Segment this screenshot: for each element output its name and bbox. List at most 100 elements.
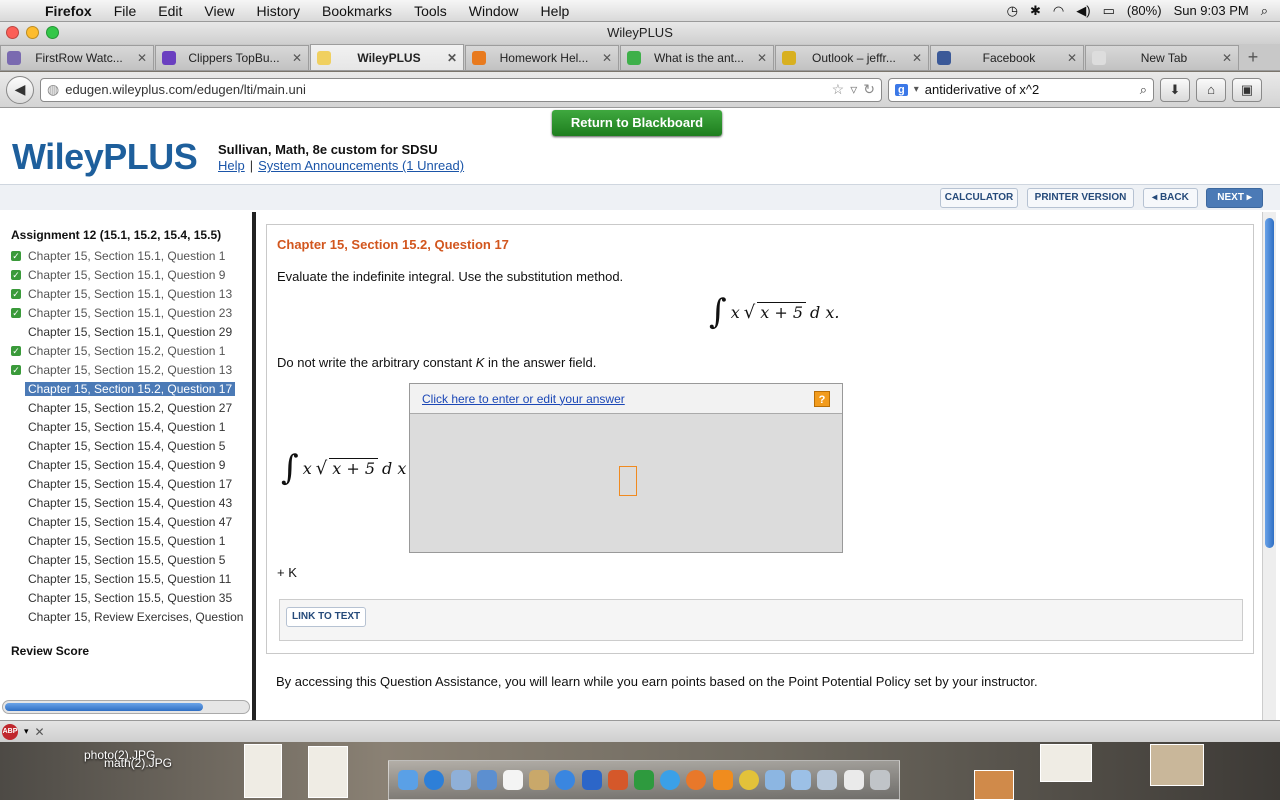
app-store-icon[interactable]: [424, 770, 445, 790]
address-book-icon[interactable]: [529, 770, 550, 790]
question-link[interactable]: Chapter 15, Section 15.4, Question 9: [28, 458, 225, 472]
clock[interactable]: Sun 9:03 PM: [1174, 3, 1249, 18]
menu-tools[interactable]: Tools: [403, 3, 458, 19]
preview-icon[interactable]: [450, 770, 471, 790]
home-icon[interactable]: ⌂: [1196, 77, 1226, 102]
excel-icon[interactable]: [633, 770, 654, 790]
question-link[interactable]: Chapter 15, Section 15.4, Question 17: [28, 477, 232, 491]
volume-icon[interactable]: ◀): [1076, 3, 1090, 19]
search-icon[interactable]: ⌕: [1140, 82, 1147, 98]
desktop-file-thumbnail[interactable]: [1150, 744, 1204, 786]
dropdown-icon[interactable]: ▾: [24, 726, 29, 737]
itunes-icon[interactable]: [555, 770, 576, 790]
back-arrow-icon[interactable]: ◀: [6, 75, 34, 104]
question-link[interactable]: Chapter 15, Section 15.5, Question 5: [28, 553, 225, 567]
zoom-window-icon[interactable]: [46, 26, 59, 39]
help-icon[interactable]: ?: [814, 390, 830, 407]
browser-tab[interactable]: Clippers TopBu... ✕: [155, 45, 309, 70]
close-tab-icon[interactable]: ✕: [1067, 51, 1077, 65]
menu-bookmarks[interactable]: Bookmarks: [311, 3, 403, 19]
desktop-file-thumbnail[interactable]: [974, 770, 1014, 800]
question-link[interactable]: Chapter 15, Review Exercises, Question: [28, 610, 243, 624]
question-link[interactable]: Chapter 15, Section 15.4, Question 5: [28, 439, 225, 453]
question-list-item[interactable]: Chapter 15, Section 15.4, Question 9: [11, 455, 251, 474]
url-bar[interactable]: ◍ edugen.wileyplus.com/edugen/lti/main.u…: [40, 77, 882, 102]
menu-help[interactable]: Help: [530, 3, 581, 19]
question-link[interactable]: Chapter 15, Section 15.1, Question 29: [28, 325, 232, 339]
google-icon[interactable]: g: [895, 83, 908, 96]
powerpoint-icon[interactable]: [607, 770, 628, 790]
finder-icon[interactable]: [398, 770, 419, 790]
adblock-icon[interactable]: ABP: [2, 723, 18, 740]
browser-tab[interactable]: New Tab ✕: [1085, 45, 1239, 70]
battery-icon[interactable]: ▭: [1103, 3, 1115, 19]
question-list-item[interactable]: Chapter 15, Section 15.5, Question 35: [11, 588, 251, 607]
vlc-icon[interactable]: [712, 770, 733, 790]
calculator-button[interactable]: CALCULATOR: [940, 188, 1018, 208]
question-link[interactable]: Chapter 15, Section 15.2, Question 1: [28, 344, 225, 358]
search-input[interactable]: antiderivative of x^2: [925, 82, 1134, 97]
close-tab-icon[interactable]: ✕: [137, 51, 147, 65]
minimize-window-icon[interactable]: [26, 26, 39, 39]
browser-tab[interactable]: Facebook ✕: [930, 45, 1084, 70]
question-list-item[interactable]: Chapter 15, Section 15.2, Question 27: [11, 398, 251, 417]
question-link[interactable]: Chapter 15, Section 15.4, Question 1: [28, 420, 225, 434]
question-list-item[interactable]: Chapter 15, Section 15.4, Question 17: [11, 474, 251, 493]
reload-icon[interactable]: ↻: [863, 81, 875, 98]
question-list-item[interactable]: Chapter 15, Section 15.1, Question 29: [11, 322, 251, 341]
close-tab-icon[interactable]: ✕: [1222, 51, 1232, 65]
close-window-icon[interactable]: [6, 26, 19, 39]
back-button[interactable]: ◂ BACK: [1143, 188, 1198, 208]
close-tab-icon[interactable]: ✕: [292, 51, 302, 65]
chrome-icon[interactable]: [738, 770, 759, 790]
question-list-item[interactable]: Chapter 15, Review Exercises, Question: [11, 607, 251, 626]
folder-icon[interactable]: [791, 770, 812, 790]
question-list-item[interactable]: Chapter 15, Section 15.2, Question 17: [11, 379, 251, 398]
question-link[interactable]: Chapter 15, Section 15.1, Question 1: [28, 249, 225, 263]
question-link[interactable]: Chapter 15, Section 15.4, Question 47: [28, 515, 232, 529]
question-list-item[interactable]: ✓ Chapter 15, Section 15.1, Question 1: [11, 246, 251, 265]
question-link[interactable]: Chapter 15, Section 15.1, Question 23: [28, 306, 232, 320]
downloads-stack-icon[interactable]: [817, 770, 838, 790]
question-list-item[interactable]: Chapter 15, Section 15.5, Question 11: [11, 569, 251, 588]
downloads-icon[interactable]: ⬇: [1160, 77, 1190, 102]
question-list-item[interactable]: Chapter 15, Section 15.5, Question 1: [11, 531, 251, 550]
question-link[interactable]: Chapter 15, Section 15.2, Question 17: [25, 381, 236, 396]
return-to-blackboard-button[interactable]: Return to Blackboard: [552, 110, 722, 136]
menu-window[interactable]: Window: [458, 3, 530, 19]
next-button[interactable]: NEXT ▸: [1206, 188, 1263, 208]
browser-tab[interactable]: What is the ant... ✕: [620, 45, 774, 70]
desktop-file-thumbnail[interactable]: [308, 746, 348, 798]
printer-version-button[interactable]: PRINTER VERSION: [1027, 188, 1134, 208]
close-icon[interactable]: ✕: [35, 725, 45, 739]
question-link[interactable]: Chapter 15, Section 15.2, Question 13: [28, 363, 232, 377]
facetime-icon[interactable]: [476, 770, 497, 790]
question-link[interactable]: Chapter 15, Section 15.5, Question 11: [28, 572, 231, 586]
firefox-icon[interactable]: [686, 770, 707, 790]
browser-tab[interactable]: Outlook – jeffr... ✕: [775, 45, 929, 70]
answer-input-cursor[interactable]: [619, 466, 637, 496]
menu-history[interactable]: History: [245, 3, 311, 19]
search-field[interactable]: g ▾ antiderivative of x^2 ⌕: [888, 77, 1154, 102]
page-vertical-scrollbar[interactable]: [1262, 212, 1276, 720]
question-list-item[interactable]: ✓ Chapter 15, Section 15.1, Question 9: [11, 265, 251, 284]
close-tab-icon[interactable]: ✕: [912, 51, 922, 65]
system-announcements-link[interactable]: System Announcements (1 Unread): [258, 158, 464, 173]
question-list-item[interactable]: Chapter 15, Section 15.4, Question 5: [11, 436, 251, 455]
desktop-file-thumbnail[interactable]: [244, 744, 282, 798]
browser-tab[interactable]: Homework Hel... ✕: [465, 45, 619, 70]
answer-box[interactable]: Click here to enter or edit your answer …: [409, 383, 843, 553]
word-icon[interactable]: [581, 770, 602, 790]
menu-view[interactable]: View: [193, 3, 245, 19]
time-machine-icon[interactable]: ◷: [1007, 3, 1018, 19]
sidebar-horizontal-scrollbar[interactable]: [2, 700, 250, 714]
bluetooth-icon[interactable]: ✱: [1030, 3, 1041, 19]
addon-bar-icon[interactable]: ▣: [1232, 77, 1262, 102]
document-stack-icon[interactable]: [843, 770, 864, 790]
scrollbar-thumb[interactable]: [1265, 218, 1274, 548]
search-engine-dropdown-icon[interactable]: ▾: [914, 84, 919, 95]
safari-icon[interactable]: [660, 770, 681, 790]
folder-icon[interactable]: [764, 770, 785, 790]
menu-app-firefox[interactable]: Firefox: [34, 3, 103, 19]
help-link[interactable]: Help: [218, 158, 245, 173]
